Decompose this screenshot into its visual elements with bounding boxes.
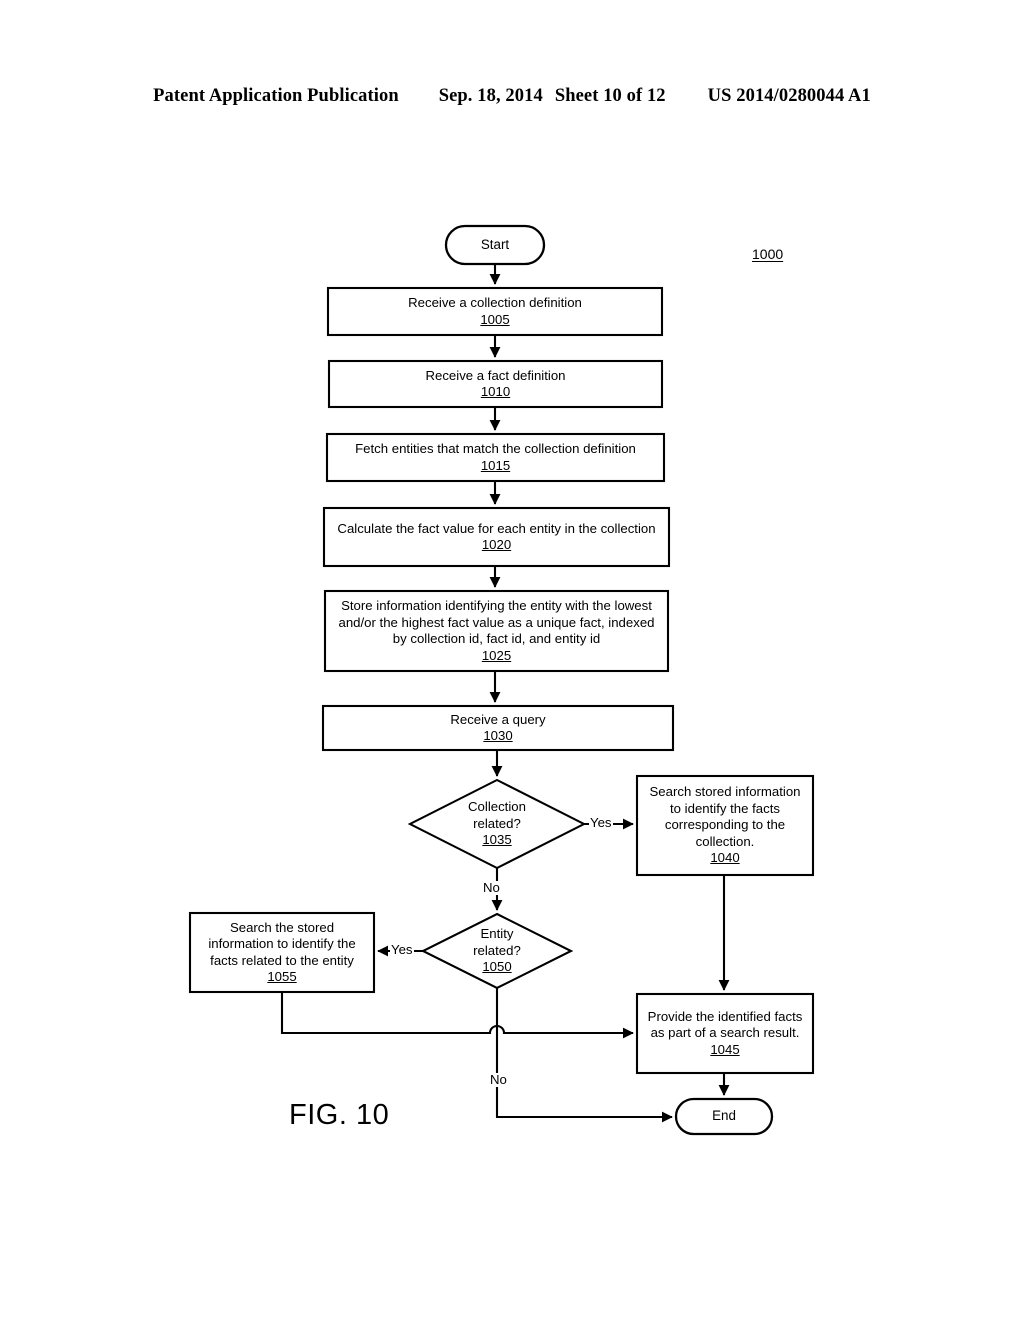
flowchart-canvas: Start Receive a collection definition 10… xyxy=(0,0,1024,1320)
step-1010-shape xyxy=(327,359,664,409)
flowchart-vector-layer xyxy=(188,224,815,1136)
step-1030-shape xyxy=(321,704,675,752)
start-terminator-shape xyxy=(444,224,546,266)
decision-1050-shape xyxy=(420,912,574,990)
end-terminator-shape xyxy=(674,1097,774,1136)
edge-1050-no-to-end xyxy=(495,988,673,1123)
step-1055-shape xyxy=(188,911,376,994)
figure-reference-numeral: 1000 xyxy=(752,246,784,262)
figure-caption: FIG. 10 xyxy=(289,1099,390,1131)
decision-1035-shape xyxy=(407,778,587,870)
edge-label-1050-yes: Yes xyxy=(390,942,414,957)
step-1005-shape xyxy=(326,286,664,337)
edge-label-1050-no: No xyxy=(489,1072,508,1087)
step-1040-shape xyxy=(635,774,815,877)
step-1025-shape xyxy=(323,589,670,673)
edge-1055-to-1045 xyxy=(280,992,634,1039)
edge-label-1035-no: No xyxy=(482,880,501,895)
step-1045-shape xyxy=(635,992,815,1075)
edge-label-1035-yes: Yes xyxy=(589,815,613,830)
step-1020-shape xyxy=(322,506,671,568)
step-1015-shape xyxy=(325,432,666,483)
